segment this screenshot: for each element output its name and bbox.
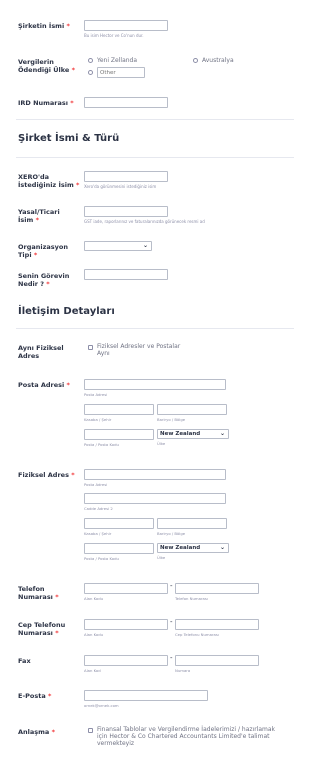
divider <box>16 119 294 120</box>
divider <box>16 157 294 158</box>
ird-number-input[interactable] <box>84 97 168 108</box>
mobile-area-code-sublabel: Alan Kodu <box>84 632 104 637</box>
xero-name-hint: Xero'da görünmesini istediğiniz isim <box>84 184 157 189</box>
same-address-label: Aynı Fiziksel Adres <box>18 344 64 360</box>
physical-street1-input[interactable] <box>84 469 226 480</box>
physical-address-label: Fiziksel Adres * <box>18 471 75 479</box>
physical-suburb-input[interactable] <box>84 518 154 529</box>
ird-number-label: IRD Numarası * <box>18 99 74 107</box>
postal-suburb-sublabel: Kasaba / Şehir <box>84 417 112 422</box>
section-title-company-name-type: Şirket İsmi & Türü <box>18 133 120 144</box>
radio-new-zealand[interactable] <box>88 58 93 63</box>
email-sublabel: ornek@ornek.com <box>84 703 119 708</box>
agreement-checkbox[interactable] <box>88 728 93 733</box>
physical-suburb-sublabel: Kasaba / Şehir <box>84 531 112 536</box>
chevron-down-icon: ⌄ <box>142 242 148 249</box>
company-name-label: Şirketin İsmi * <box>18 22 70 30</box>
divider <box>16 328 294 329</box>
phone-area-code-sublabel: Alan Kodu <box>84 596 104 601</box>
tax-country-label: Vergilerin Ödendiği Ülke * <box>18 58 75 74</box>
company-name-input[interactable] <box>84 20 168 31</box>
physical-country-select[interactable]: New Zealand ⌄ <box>157 543 229 553</box>
mobile-label: Cep Telefonu Numarası * <box>18 621 66 637</box>
postal-address-label: Posta Adresi * <box>18 381 70 389</box>
phone-number-sublabel: Telefon Numarası <box>175 596 208 601</box>
postal-postcode-sublabel: Posta / Posta Kodu <box>84 442 119 447</box>
chevron-down-icon: ⌄ <box>219 544 225 551</box>
mobile-separator: - <box>170 618 173 626</box>
fax-number-sublabel: Numara <box>175 668 191 673</box>
postal-suburb-input[interactable] <box>84 404 154 415</box>
section-title-contact-details: İletişim Detayları <box>18 306 115 317</box>
postal-postcode-input[interactable] <box>84 429 154 440</box>
option-new-zealand-label: Yeni Zellanda <box>97 57 138 64</box>
physical-street1-sublabel: Posta Adresi <box>84 482 108 487</box>
fax-label: Fax <box>18 657 31 665</box>
email-label: E-Posta * <box>18 692 52 700</box>
other-country-input[interactable] <box>97 67 145 78</box>
xero-name-label: XERO'da İstediğiniz İsim * <box>18 173 80 189</box>
legal-name-hint: GST iade, raporlarınız ve faturalarınızd… <box>84 219 205 224</box>
postal-region-input[interactable] <box>157 404 227 415</box>
physical-street2-input[interactable] <box>84 493 226 504</box>
postal-address-sublabel: Posta Adresi <box>84 392 108 397</box>
fax-area-code-input[interactable] <box>84 655 168 666</box>
same-address-option-label: Fiziksel Adresler ve Postalar Aynı <box>97 343 181 357</box>
physical-street2-sublabel: Cadde Adresi 2 <box>84 506 113 511</box>
xero-name-input[interactable] <box>84 171 168 182</box>
role-input[interactable] <box>84 269 168 280</box>
phone-number-input[interactable] <box>175 583 259 594</box>
organization-type-select[interactable]: ⌄ <box>84 241 152 251</box>
legal-name-input[interactable] <box>84 206 168 217</box>
radio-australia[interactable] <box>193 58 198 63</box>
agreement-text: Finansal Tablolar ve Vergilendirme İadel… <box>97 726 276 747</box>
physical-country-sublabel: Ülke <box>157 555 166 560</box>
fax-number-input[interactable] <box>175 655 259 666</box>
legal-name-label: Yasal/Ticari İsim * <box>18 208 60 224</box>
postal-address-input[interactable] <box>84 379 226 390</box>
email-input[interactable] <box>84 690 208 701</box>
organization-type-label: Organizasyon Tipi * <box>18 243 68 259</box>
physical-region-input[interactable] <box>157 518 227 529</box>
physical-region-sublabel: Bariryo / Bölge <box>157 531 186 536</box>
fax-separator: - <box>170 654 173 662</box>
postal-country-select[interactable]: New Zealand ⌄ <box>157 429 229 439</box>
option-australia-label: Avustralya <box>202 57 234 64</box>
same-address-checkbox[interactable] <box>88 345 93 350</box>
postal-region-sublabel: Bariryo / Bölge <box>157 417 186 422</box>
company-name-hint: Bu isim Hector ve Co'nun dur. <box>84 33 144 38</box>
radio-other[interactable] <box>88 70 93 75</box>
agreement-label: Anlaşma * <box>18 728 55 736</box>
mobile-area-code-input[interactable] <box>84 619 168 630</box>
phone-label: Telefon Numarası * <box>18 585 59 601</box>
fax-area-code-sublabel: Alan Kod <box>84 668 101 673</box>
phone-area-code-input[interactable] <box>84 583 168 594</box>
role-label: Senin Görevin Nedir ? * <box>18 272 70 288</box>
physical-postcode-sublabel: Posta / Posta Kodu <box>84 556 119 561</box>
postal-country-sublabel: Ülke <box>157 441 166 446</box>
chevron-down-icon: ⌄ <box>219 430 225 437</box>
mobile-number-sublabel: Cep Telefonu Numarası <box>175 632 219 637</box>
mobile-number-input[interactable] <box>175 619 259 630</box>
phone-separator: - <box>170 582 173 590</box>
physical-postcode-input[interactable] <box>84 543 154 554</box>
